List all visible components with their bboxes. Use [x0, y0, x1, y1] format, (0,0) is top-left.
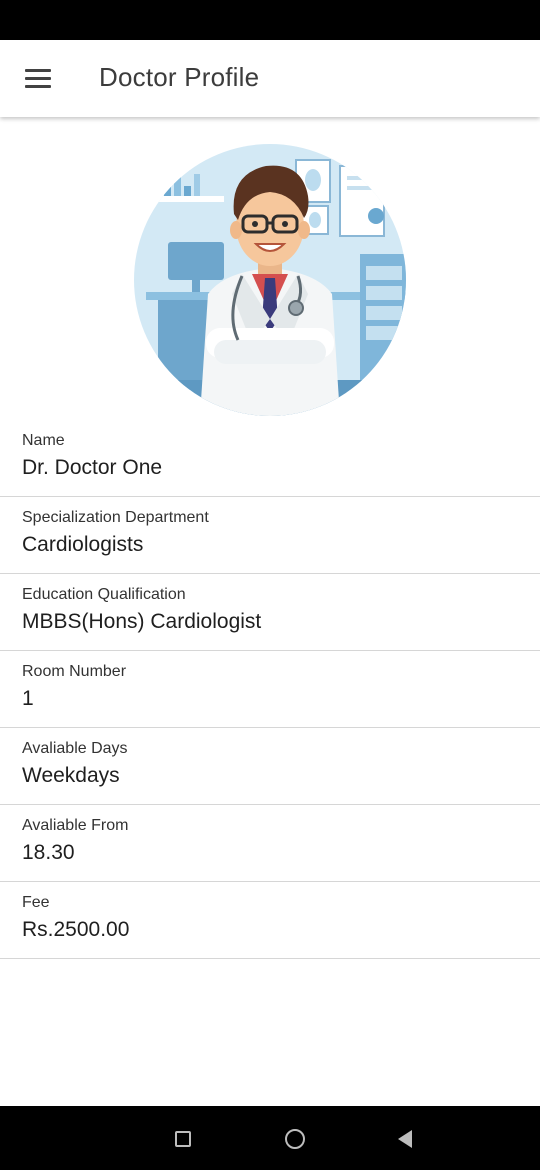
status-bar: [0, 0, 540, 40]
fee-field: Fee Rs.2500.00: [0, 882, 540, 959]
room-number-field: Room Number 1: [0, 651, 540, 728]
back-triangle-icon[interactable]: [390, 1124, 420, 1154]
education-value: MBBS(Hons) Cardiologist: [22, 610, 262, 633]
hamburger-menu-icon[interactable]: [14, 54, 62, 102]
available-days-field: Avaliable Days Weekdays: [0, 728, 540, 805]
room-number-label: Room Number: [22, 663, 127, 680]
available-days-label: Avaliable Days: [22, 740, 128, 757]
home-circle-icon[interactable]: [280, 1124, 310, 1154]
page-title: Doctor Profile: [99, 62, 260, 92]
education-label: Education Qualification: [22, 586, 186, 603]
name-label: Name: [22, 432, 65, 449]
system-nav-bar: [0, 1106, 540, 1170]
available-from-field: Avaliable From 18.30: [0, 805, 540, 882]
specialization-field: Specialization Department Cardiologists: [0, 497, 540, 574]
available-days-value: Weekdays: [22, 764, 120, 787]
recents-square-icon[interactable]: [168, 1124, 198, 1154]
fee-label: Fee: [22, 894, 50, 911]
doctor-avatar-illustration: [134, 144, 406, 416]
app-bar: Doctor Profile: [0, 40, 540, 117]
available-from-value: 18.30: [22, 841, 75, 864]
education-field: Education Qualification MBBS(Hons) Cardi…: [0, 574, 540, 651]
name-field: Name Dr. Doctor One: [0, 420, 540, 497]
specialization-label: Specialization Department: [22, 509, 209, 526]
specialization-value: Cardiologists: [22, 533, 144, 556]
name-value: Dr. Doctor One: [22, 456, 163, 479]
fee-value: Rs.2500.00: [22, 918, 130, 941]
room-number-value: 1: [22, 687, 34, 710]
available-from-label: Avaliable From: [22, 817, 129, 834]
